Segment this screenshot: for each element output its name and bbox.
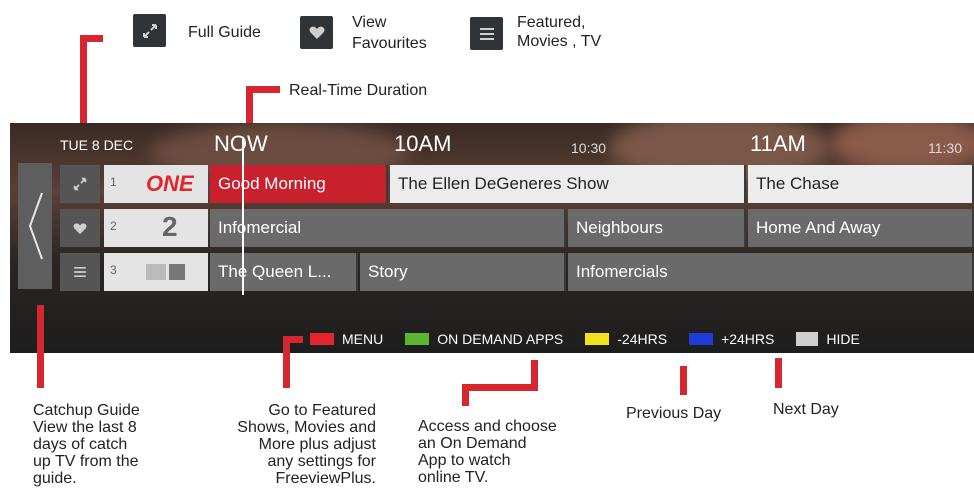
- time-now: NOW: [214, 131, 268, 156]
- program-home-and-away[interactable]: Home And Away: [748, 209, 974, 247]
- tv-guide: TUE 8 DEC NOW 10AM 10:30 11AM 11:30 1 ON…: [10, 123, 974, 353]
- caption-catchup: Catchup Guide View the last 8 days of ca…: [33, 402, 140, 487]
- caption-next-day: Next Day: [773, 401, 839, 418]
- caption-featured-line-1: Go to Featured: [268, 402, 376, 419]
- caption-ondemand-line-2: an On Demand: [418, 435, 527, 452]
- menu-hint[interactable]: MENU: [342, 331, 383, 347]
- caption-ondemand-line-1: Access and choose: [418, 418, 557, 435]
- caption-previous-day: Previous Day: [626, 405, 722, 422]
- time-10am: 10AM: [394, 131, 452, 156]
- blue-button-icon: [689, 333, 714, 345]
- realtime-annotation: Real-Time Duration: [289, 82, 428, 99]
- caption-catchup-line-5: guide.: [33, 470, 77, 487]
- bottom-bar: MENU ON DEMAND APPS -24HRS +24HRS HIDE: [310, 331, 860, 347]
- real-time-line: [242, 137, 244, 295]
- program-infomercials[interactable]: Infomercials: [568, 253, 974, 291]
- caption-catchup-line-4: up TV from the: [33, 453, 139, 470]
- channel-one-logo: ONE: [146, 171, 194, 196]
- caption-featured-line-3: More plus adjust: [258, 436, 376, 453]
- menu-icon: [470, 17, 503, 50]
- channel-three-logo-art: [146, 264, 166, 280]
- annotation-line-realtime-h: [246, 86, 280, 93]
- full-guide-icon: [133, 14, 166, 47]
- red-button-icon: [310, 333, 334, 345]
- annotation-line-next: [775, 358, 782, 388]
- full-guide-row-icon[interactable]: [60, 165, 100, 203]
- channel-2-number: 2: [110, 219, 117, 233]
- caption-featured-line-4: any settings for: [267, 453, 377, 470]
- channel-three-logo-box: [169, 264, 185, 280]
- program-ellen[interactable]: The Ellen DeGeneres Show: [390, 165, 746, 203]
- caption-featured-line-5: FreeviewPlus.: [275, 470, 376, 487]
- featured-label-2: Movies , TV: [517, 33, 602, 50]
- caption-catchup-line-3: days of catch: [33, 436, 128, 453]
- channel-3[interactable]: 3: [104, 253, 208, 291]
- view-favourites-label-1: View: [352, 14, 387, 31]
- caption-ondemand: Access and choose an On Demand App to wa…: [418, 418, 557, 486]
- annotation-line-ondemand-v2: [462, 384, 469, 406]
- minus-24-hint[interactable]: -24HRS: [617, 331, 667, 347]
- full-guide-label: Full Guide: [188, 24, 261, 41]
- caption-featured-line-2: Shows, Movies and: [237, 419, 376, 436]
- annotation-line-catchup: [37, 305, 44, 388]
- program-story[interactable]: Story: [360, 253, 566, 291]
- yellow-button-icon: [585, 333, 610, 345]
- annotation-line-featured: [283, 336, 290, 388]
- annotation-line-full-guide-h: [80, 35, 103, 42]
- annotation-line-previous: [680, 366, 687, 395]
- back-button-icon: [796, 332, 819, 346]
- caption-catchup-line-2: View the last 8: [33, 419, 137, 436]
- on-demand-hint[interactable]: ON DEMAND APPS: [437, 331, 563, 347]
- heart-icon: [300, 16, 333, 49]
- caption-ondemand-line-4: online TV.: [418, 469, 489, 486]
- caption-featured: Go to Featured Shows, Movies and More pl…: [200, 402, 376, 487]
- caption-catchup-line-1: Catchup Guide: [33, 402, 140, 419]
- channel-two-logo: 2: [162, 211, 178, 242]
- time-1130: 11:30: [928, 140, 962, 156]
- program-the-chase[interactable]: The Chase: [748, 165, 974, 203]
- hide-hint[interactable]: HIDE: [826, 331, 859, 347]
- program-neighbours[interactable]: Neighbours: [568, 209, 746, 247]
- channel-3-number: 3: [110, 263, 117, 277]
- annotation-line-featured-h: [283, 336, 303, 343]
- plus-24-hint[interactable]: +24HRS: [721, 331, 774, 347]
- green-button-icon: [405, 333, 430, 345]
- program-good-morning[interactable]: Good Morning: [210, 165, 388, 203]
- view-favourites-label-2: Favourites: [352, 35, 427, 52]
- chevron-left-icon: [28, 192, 43, 260]
- catchup-arrow-button[interactable]: [18, 163, 52, 289]
- program-infomercial[interactable]: Infomercial: [210, 209, 566, 247]
- channel-2[interactable]: 2 2: [104, 209, 208, 247]
- program-queen[interactable]: The Queen L...: [210, 253, 358, 291]
- featured-label-1: Featured,: [517, 14, 586, 31]
- time-11am: 11AM: [750, 131, 806, 156]
- caption-ondemand-line-3: App to watch: [418, 452, 511, 469]
- guide-date: TUE 8 DEC: [60, 137, 134, 153]
- channel-1-number: 1: [110, 175, 117, 189]
- annotation-line-ondemand-h: [462, 384, 538, 391]
- favourites-row-icon[interactable]: [60, 209, 100, 247]
- time-1030: 10:30: [571, 140, 607, 156]
- channel-1[interactable]: 1 ONE: [104, 165, 208, 203]
- menu-row-icon[interactable]: [60, 253, 100, 291]
